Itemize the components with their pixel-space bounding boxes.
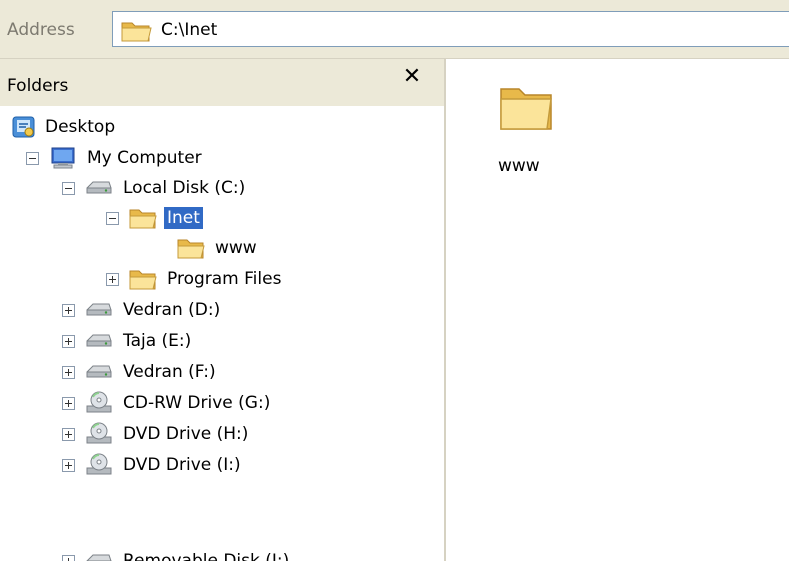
folders-title: Folders <box>7 76 69 96</box>
tree-item-label: DVD Drive (H:) <box>123 424 249 444</box>
folder-icon <box>128 267 158 291</box>
tree-item-dvd-i[interactable]: DVD Drive (I:) <box>62 450 244 480</box>
tree-item-my-computer[interactable]: My Computer <box>26 143 205 173</box>
address-bar: Address C:\Inet <box>0 0 789 59</box>
tree-item-label: Taja (E:) <box>123 331 192 351</box>
expand-toggle[interactable] <box>106 272 119 286</box>
folder-open-icon <box>128 206 158 230</box>
hard-disk-icon <box>84 329 114 353</box>
folder-open-icon <box>120 17 154 48</box>
expand-toggle[interactable] <box>62 303 75 317</box>
tree-item-taja-e[interactable]: Taja (E:) <box>62 326 194 356</box>
tree-item-www[interactable]: www <box>176 233 260 263</box>
computer-icon <box>48 146 78 170</box>
tree-item-label: DVD Drive (I:) <box>123 455 241 475</box>
expand-toggle[interactable] <box>62 554 75 561</box>
hard-disk-icon <box>84 360 114 384</box>
close-icon[interactable]: ✕ <box>398 63 426 91</box>
address-label: Address <box>7 20 75 40</box>
expand-toggle[interactable] <box>62 458 75 472</box>
tree-item-dvd-h[interactable]: DVD Drive (H:) <box>62 419 251 449</box>
address-input[interactable]: C:\Inet <box>112 11 789 47</box>
tree-item-label: Desktop <box>45 117 116 137</box>
folder-icon <box>496 77 556 142</box>
tree-item-label: Vedran (D:) <box>123 300 221 320</box>
expand-toggle[interactable] <box>62 427 75 441</box>
tree-item-label: Program Files <box>167 269 282 289</box>
collapse-toggle[interactable] <box>106 211 119 225</box>
tree-item-desktop[interactable]: Desktop <box>12 112 118 142</box>
tree-item-vedran-f[interactable]: Vedran (F:) <box>62 357 219 387</box>
collapse-toggle[interactable] <box>26 151 39 165</box>
tree-item-inet[interactable]: Inet <box>106 203 203 233</box>
tree-item-local-disk-c[interactable]: Local Disk (C:) <box>62 173 248 203</box>
tree-item-removable-j[interactable]: Removable Disk (J:) <box>62 546 292 561</box>
removable-disk-icon <box>84 549 114 561</box>
content-item-label: www <box>498 156 540 176</box>
tree-item-vedran-d[interactable]: Vedran (D:) <box>62 295 223 325</box>
cd-drive-icon <box>84 422 114 446</box>
tree-item-label: www <box>215 238 257 258</box>
desktop-icon <box>12 115 36 139</box>
cd-drive-icon <box>84 391 114 415</box>
cd-drive-icon <box>84 453 114 477</box>
address-value: C:\Inet <box>161 20 218 40</box>
expand-toggle[interactable] <box>62 334 75 348</box>
content-pane: www <box>446 59 789 561</box>
hard-disk-icon <box>84 298 114 322</box>
expand-toggle[interactable] <box>62 396 75 410</box>
folder-icon <box>176 236 206 260</box>
tree-item-label: Inet <box>164 207 203 229</box>
tree-item-label: Vedran (F:) <box>123 362 216 382</box>
folders-pane: Folders ✕ Desktop My Computer Local Disk… <box>0 59 446 561</box>
collapse-toggle[interactable] <box>62 181 75 195</box>
tree-item-program-files[interactable]: Program Files <box>106 264 284 294</box>
tree-item-label: CD-RW Drive (G:) <box>123 393 271 413</box>
tree-item-label: Removable Disk (J:) <box>123 551 290 561</box>
expand-toggle[interactable] <box>62 365 75 379</box>
folders-header: Folders ✕ <box>0 59 444 106</box>
hard-disk-icon <box>84 176 114 200</box>
tree-item-label: Local Disk (C:) <box>123 178 246 198</box>
tree-item-label: My Computer <box>87 148 202 168</box>
tree-item-cdrw-g[interactable]: CD-RW Drive (G:) <box>62 388 273 418</box>
